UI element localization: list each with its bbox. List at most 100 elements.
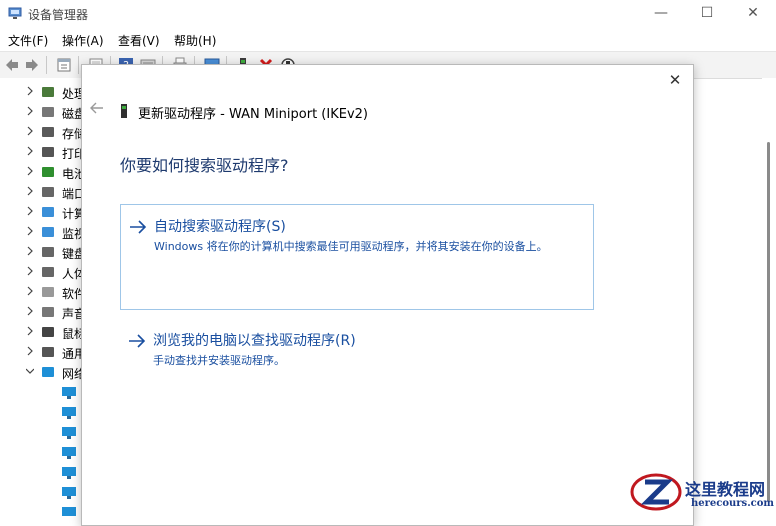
update-driver-dialog: ✕ 更新驱动程序 - WAN Miniport (IKEv2) 你要如何搜索驱动… xyxy=(81,64,694,526)
toolbar-separator xyxy=(46,56,47,74)
arrow-right-icon xyxy=(130,220,147,234)
option-browse-computer[interactable]: 浏览我的电脑以查找驱动程序(R) 手动查找并安装驱动程序。 xyxy=(120,321,592,369)
chevron-down-icon[interactable] xyxy=(26,366,34,376)
tree-category-row[interactable]: 人体 xyxy=(0,262,82,282)
processor-icon xyxy=(42,87,54,97)
tree-category-label: 声音 xyxy=(62,307,82,321)
back-arrow-icon[interactable] xyxy=(4,57,20,73)
menu-bar: 文件(F) 操作(A) 查看(V) 帮助(H) xyxy=(0,28,776,50)
tree-category-row[interactable]: 处理 xyxy=(0,82,82,102)
chevron-right-icon[interactable] xyxy=(26,286,34,296)
network-adapter-icon xyxy=(42,367,54,377)
dialog-header-title: 更新驱动程序 - WAN Miniport (IKEv2) xyxy=(138,107,368,122)
tree-category-label: 处理 xyxy=(62,87,82,101)
usb-icon xyxy=(42,347,54,357)
tree-category-label: 计算 xyxy=(62,207,82,221)
network-adapter-icon[interactable] xyxy=(61,466,77,480)
scrollbar-thumb[interactable] xyxy=(767,142,770,502)
chevron-right-icon[interactable] xyxy=(26,186,34,196)
chevron-right-icon[interactable] xyxy=(26,166,34,176)
maximize-button[interactable]: ☐ xyxy=(684,0,730,28)
disk-drive-icon xyxy=(42,107,54,117)
dialog-close-button[interactable]: ✕ xyxy=(663,69,687,91)
tree-category-row[interactable]: 键盘 xyxy=(0,242,82,262)
chevron-right-icon[interactable] xyxy=(26,206,34,216)
computer-icon xyxy=(42,207,54,217)
chevron-right-icon[interactable] xyxy=(26,306,34,316)
tree-category-label: 磁盘 xyxy=(62,107,82,121)
menu-view[interactable]: 查看(V) xyxy=(118,32,160,49)
storage-controller-icon xyxy=(42,127,54,137)
tree-category-label: 打印 xyxy=(62,147,82,161)
chevron-right-icon[interactable] xyxy=(26,346,34,356)
network-adapter-icon[interactable] xyxy=(61,426,77,440)
print-queue-icon xyxy=(42,147,54,157)
network-adapter-icon[interactable] xyxy=(61,506,77,516)
dialog-back-arrow-icon[interactable] xyxy=(88,101,104,115)
tree-category-row[interactable]: 声音 xyxy=(0,302,82,322)
tree-category-row[interactable]: 软件 xyxy=(0,282,82,302)
network-device-icon xyxy=(121,104,127,118)
network-adapter-icon[interactable] xyxy=(61,446,77,460)
toolbar-separator xyxy=(78,56,79,74)
watermark-text: 这里教程网 xyxy=(685,480,766,499)
tree-category-row[interactable]: 打印 xyxy=(0,142,82,162)
arrow-right-icon xyxy=(129,334,146,348)
tree-category-label: 人体 xyxy=(62,267,82,281)
chevron-right-icon[interactable] xyxy=(26,226,34,236)
option-browse-computer-description: 手动查找并安装驱动程序。 xyxy=(153,354,285,367)
tree-category-label: 键盘 xyxy=(62,247,82,261)
window-title: 设备管理器 xyxy=(28,8,89,22)
tree-category-row[interactable]: 电池 xyxy=(0,162,82,182)
chevron-right-icon[interactable] xyxy=(26,266,34,276)
tree-category-label: 网络 xyxy=(62,367,82,381)
tree-category-row[interactable]: 存储 xyxy=(0,122,82,142)
tree-category-row[interactable]: 通用 xyxy=(0,342,82,362)
device-tree[interactable]: 处理磁盘存储打印电池 端口计算监视键盘人体软件声音 鼠标通用网络 xyxy=(0,78,82,516)
tree-category-label: 监视 xyxy=(62,227,82,241)
option-auto-search-title: 自动搜索驱动程序(S) xyxy=(154,219,286,235)
chevron-right-icon[interactable] xyxy=(26,246,34,256)
chevron-right-icon[interactable] xyxy=(26,146,34,156)
dialog-question: 你要如何搜索驱动程序? xyxy=(120,156,289,175)
tree-category-row[interactable]: 鼠标 xyxy=(0,322,82,342)
chevron-right-icon[interactable] xyxy=(26,106,34,116)
tree-category-label: 存储 xyxy=(62,127,82,141)
tree-category-row[interactable]: 网络 xyxy=(0,362,82,382)
battery-icon xyxy=(42,167,54,177)
menu-file[interactable]: 文件(F) xyxy=(8,32,48,49)
watermark-url: herecours.com xyxy=(691,498,775,509)
watermark-logo: 这里教程网 herecours.com xyxy=(627,470,776,516)
tree-category-row[interactable]: 计算 xyxy=(0,202,82,222)
close-button[interactable]: ✕ xyxy=(730,0,776,28)
software-device-icon xyxy=(42,287,54,297)
minimize-button[interactable]: — xyxy=(638,0,684,28)
device-manager-icon xyxy=(8,7,22,19)
menu-help[interactable]: 帮助(H) xyxy=(174,32,216,49)
tree-category-row[interactable]: 监视 xyxy=(0,222,82,242)
monitor-icon xyxy=(42,227,54,237)
network-adapter-icon[interactable] xyxy=(61,406,77,420)
tree-category-label: 通用 xyxy=(62,347,82,361)
port-icon xyxy=(42,187,54,197)
keyboard-icon xyxy=(42,247,54,257)
tree-category-row[interactable]: 端口 xyxy=(0,182,82,202)
tree-category-row[interactable]: 磁盘 xyxy=(0,102,82,122)
mouse-icon xyxy=(42,327,54,337)
chevron-right-icon[interactable] xyxy=(26,326,34,336)
network-adapter-icon[interactable] xyxy=(61,486,77,500)
menu-action[interactable]: 操作(A) xyxy=(62,32,104,49)
chevron-right-icon[interactable] xyxy=(26,86,34,96)
option-browse-computer-title: 浏览我的电脑以查找驱动程序(R) xyxy=(153,333,356,349)
title-bar: 设备管理器 — ☐ ✕ xyxy=(0,0,776,28)
hid-icon xyxy=(42,267,54,277)
tree-category-label: 电池 xyxy=(62,167,82,181)
network-adapter-icon[interactable] xyxy=(61,386,77,400)
chevron-right-icon[interactable] xyxy=(26,126,34,136)
audio-icon xyxy=(42,307,54,317)
option-auto-search-description: Windows 将在你的计算机中搜索最佳可用驱动程序，并将其安装在你的设备上。 xyxy=(154,240,548,253)
forward-arrow-icon[interactable] xyxy=(24,57,40,73)
option-auto-search[interactable]: 自动搜索驱动程序(S) Windows 将在你的计算机中搜索最佳可用驱动程序，并… xyxy=(120,204,594,310)
properties-icon[interactable] xyxy=(56,57,72,73)
tree-category-label: 软件 xyxy=(62,287,82,301)
